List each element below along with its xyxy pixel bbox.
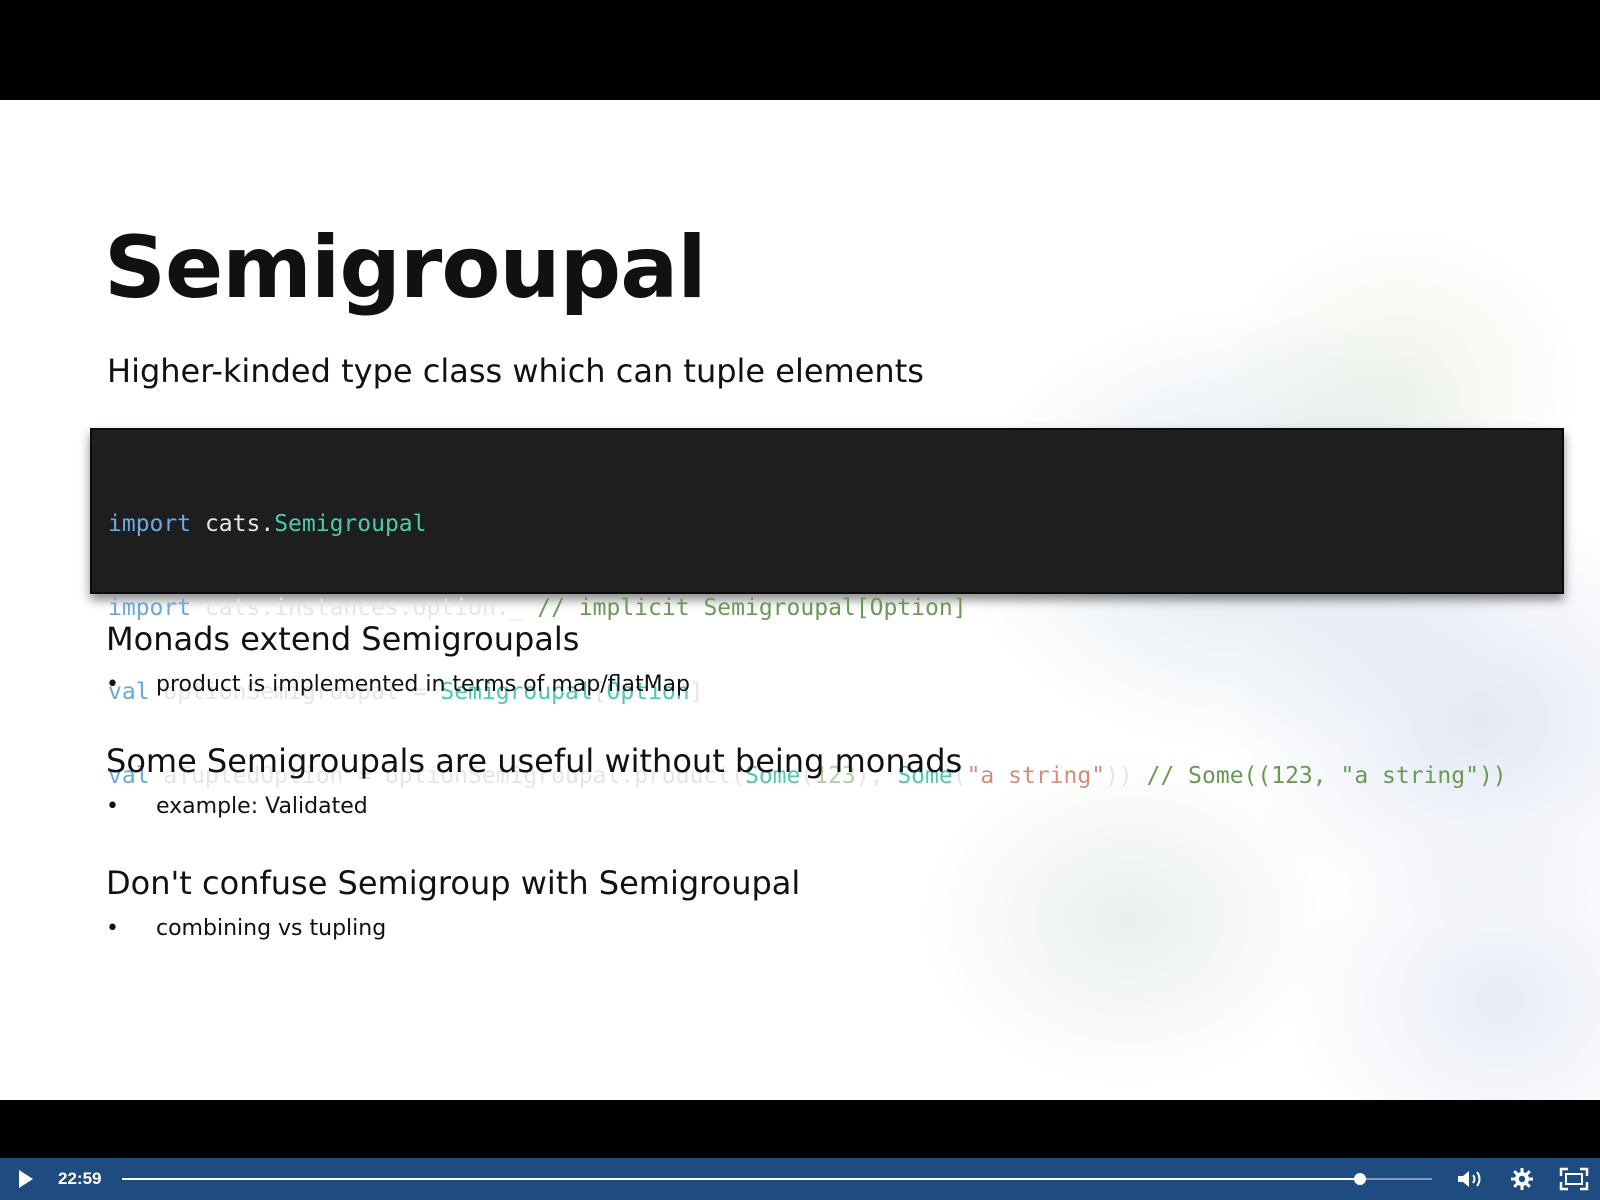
settings-button[interactable] [1504, 1158, 1540, 1200]
slide[interactable]: Semigroupal Higher-kinded type class whi… [0, 100, 1600, 1100]
bullet-item: • combining vs tupling [106, 916, 1106, 941]
section-heading: Some Semigroupals are useful without bei… [106, 742, 963, 780]
code-token: Semigroupal [274, 511, 427, 537]
video-player: Semigroupal Higher-kinded type class whi… [0, 0, 1600, 1200]
section-monads-extend: Monads extend Semigroupals • product is … [106, 620, 1106, 697]
progress-handle[interactable] [1353, 1173, 1366, 1185]
progress-bar[interactable] [122, 1173, 1432, 1185]
bullet-item: • example: Validated [106, 794, 1106, 819]
fullscreen-icon [1559, 1167, 1589, 1191]
section-heading: Monads extend Semigroupals [106, 620, 580, 658]
code-line: import cats.instances.option._ // implic… [108, 594, 1562, 622]
bullet-text: product is implemented in terms of map/f… [156, 672, 690, 697]
current-time: 22:59 [58, 1169, 102, 1188]
section-heading: Don't confuse Semigroup with Semigroupal [106, 864, 801, 902]
code-token: cats. [191, 511, 275, 537]
code-token: cats.instances.option._ [191, 595, 538, 621]
volume-icon [1458, 1171, 1481, 1187]
code-token: import [108, 595, 192, 621]
code-line: import cats.Semigroupal [108, 510, 1562, 538]
section-useful-without-monads: Some Semigroupals are useful without bei… [106, 742, 1106, 819]
slide-subtitle: Higher-kinded type class which can tuple… [107, 352, 924, 390]
slide-title: Semigroupal [104, 218, 707, 318]
code-token: // implicit Semigroupal[Option] [537, 595, 967, 621]
player-control-bar: 22:59 [0, 1158, 1600, 1200]
bullet-text: combining vs tupling [156, 916, 387, 941]
code-token: // Some((123, "a string")) [1146, 763, 1507, 789]
play-icon [19, 1170, 33, 1188]
code-token: )) [1105, 763, 1147, 789]
bullet-text: example: Validated [156, 794, 368, 819]
fullscreen-button[interactable] [1556, 1158, 1592, 1200]
play-button[interactable] [8, 1158, 44, 1200]
progress-fill [122, 1178, 1360, 1180]
bullet-dot: • [106, 672, 119, 697]
bullet-dot: • [106, 794, 119, 819]
gear-icon [1511, 1168, 1533, 1190]
bullet-dot: • [106, 916, 119, 941]
bullet-item: • product is implemented in terms of map… [106, 672, 1106, 697]
code-block: import cats.Semigroupal import cats.inst… [90, 428, 1564, 789]
volume-button[interactable] [1452, 1158, 1488, 1200]
code-token: import [108, 511, 192, 537]
section-dont-confuse: Don't confuse Semigroup with Semigroupal… [106, 864, 1106, 941]
